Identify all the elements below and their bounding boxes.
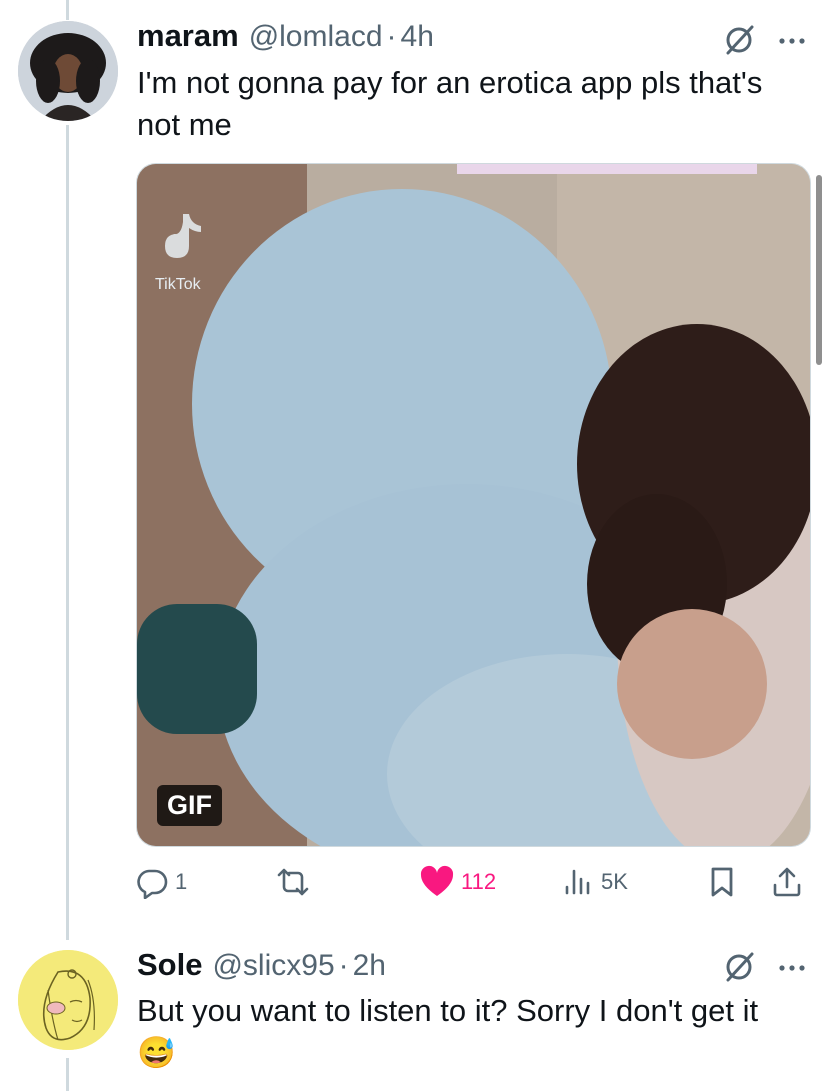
thread-line-top [66,0,69,20]
timestamp[interactable]: 4h [401,20,434,54]
share-icon [773,867,801,897]
retweet-icon [277,868,309,896]
svg-text:TikTok: TikTok [155,276,202,293]
views-button[interactable]: 5K [563,860,628,904]
avatar[interactable] [18,950,118,1050]
heart-icon [420,865,454,896]
tweet-header: maram @lomlacd · 4h [137,18,434,54]
reply-icon [137,869,168,899]
gif-media[interactable]: TikTok GIF [136,163,811,847]
thread-line-bottom [66,1058,69,1091]
separator-dot: · [386,20,397,53]
display-name[interactable]: maram [137,18,239,54]
tweet-text: But you want to listen to it? Sorry I do… [137,990,777,1074]
like-button[interactable]: 112 [419,860,496,904]
user-handle[interactable]: @lomlacd [249,20,383,54]
thread-line-connector [66,125,69,940]
gif-badge: GIF [157,785,222,826]
like-count: 112 [461,869,497,894]
more-icon[interactable] [777,36,807,46]
grok-icon[interactable] [723,950,757,984]
share-button[interactable] [771,860,803,904]
separator-dot: · [338,949,349,982]
grok-icon[interactable] [723,23,757,57]
sweat-smile-emoji: 😅 [137,1035,176,1070]
reply-count: 1 [175,869,188,894]
views-icon [565,869,590,895]
tweet-text: I'm not gonna pay for an erotica app pls… [137,65,763,142]
bookmark-icon [711,867,733,897]
reply-button[interactable]: 1 [135,860,187,904]
scrollbar[interactable] [816,175,822,365]
tweet-text-content: But you want to listen to it? Sorry I do… [137,993,759,1028]
action-bar: 1 112 5K [135,860,810,904]
avatar[interactable] [18,21,118,121]
user-handle[interactable]: @slicx95 [212,949,334,983]
more-icon[interactable] [777,963,807,973]
timestamp[interactable]: 2h [353,949,386,983]
bookmark-button[interactable] [707,860,737,904]
display-name[interactable]: Sole [137,947,202,983]
views-count: 5K [601,869,628,894]
retweet-button[interactable] [273,860,313,904]
tweet-header: Sole @slicx95 · 2h [137,947,386,983]
